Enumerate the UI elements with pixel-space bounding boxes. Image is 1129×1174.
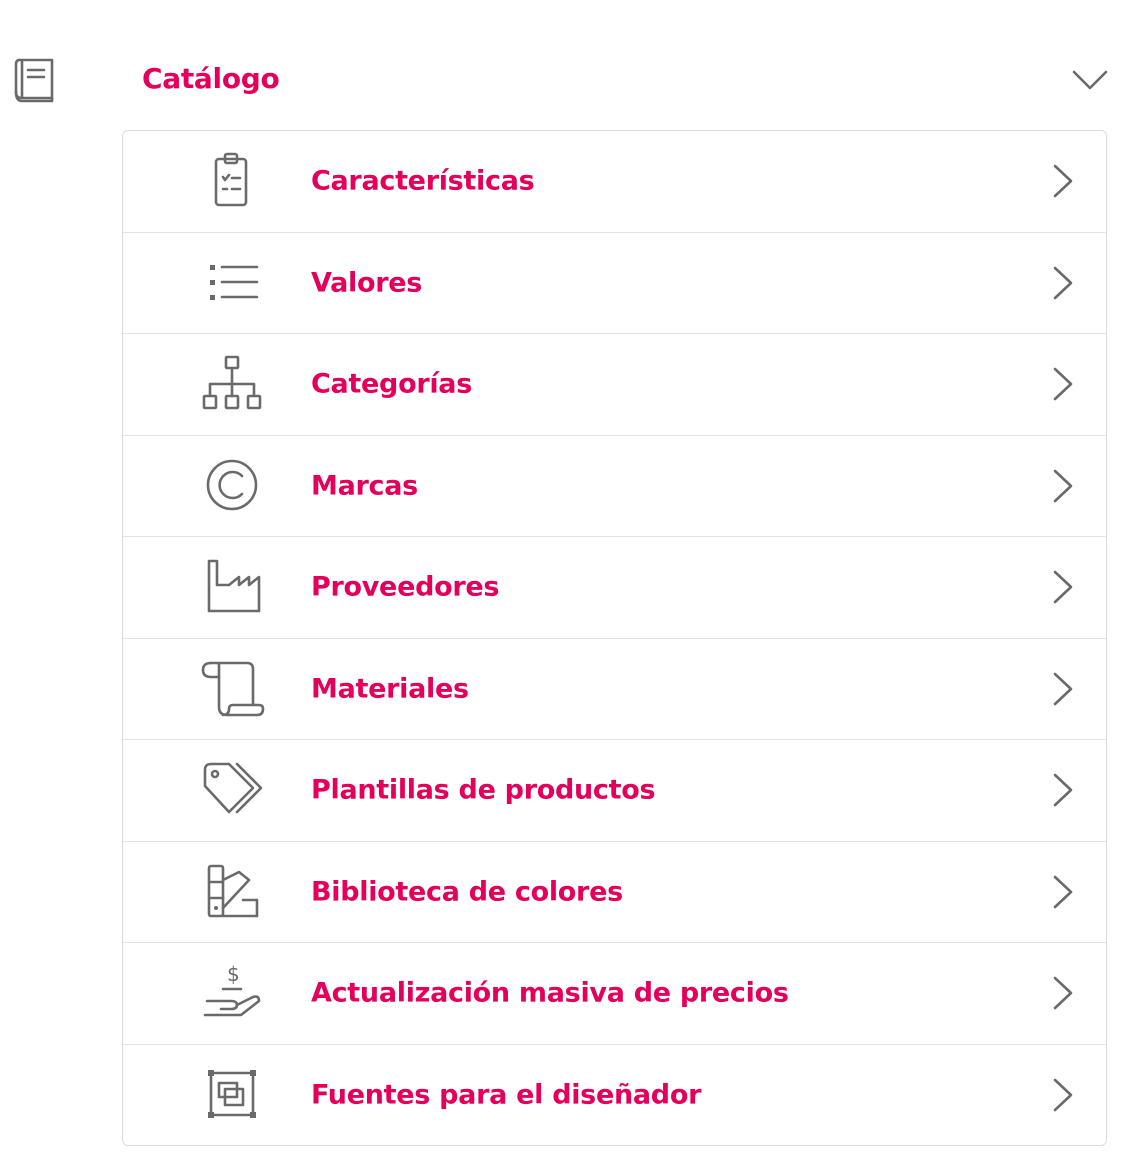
menu-item-label: Fuentes para el diseñador <box>311 1079 702 1111</box>
chevron-right-icon <box>1047 1075 1077 1115</box>
font-frame-icon <box>197 1063 267 1127</box>
menu-item-label: Proveedores <box>311 571 500 603</box>
menu-item-actualizacion-precios[interactable]: $ Actualización masiva de precios <box>123 943 1106 1045</box>
menu-item-label: Valores <box>311 267 423 299</box>
menu-item-label: Materiales <box>311 673 469 705</box>
chevron-right-icon <box>1047 872 1077 912</box>
hand-dollar-icon: $ <box>197 961 267 1025</box>
chevron-right-icon <box>1047 364 1077 404</box>
catalog-section-header[interactable]: Catálogo <box>0 40 1129 120</box>
chevron-right-icon <box>1047 669 1077 709</box>
section-title: Catálogo <box>142 62 280 95</box>
menu-item-marcas[interactable]: Marcas <box>123 436 1106 537</box>
menu-item-categorias[interactable]: Categorías <box>123 334 1106 436</box>
copyright-icon <box>197 454 267 518</box>
menu-item-label: Biblioteca de colores <box>311 876 623 908</box>
chevron-right-icon <box>1047 466 1077 506</box>
chevron-down-icon[interactable] <box>1068 62 1112 98</box>
menu-item-biblioteca-colores[interactable]: Biblioteca de colores <box>123 842 1106 943</box>
scroll-icon <box>197 657 267 721</box>
hierarchy-icon <box>197 352 267 416</box>
menu-item-label: Características <box>311 165 535 197</box>
color-swatch-icon <box>197 860 267 924</box>
chevron-right-icon <box>1047 161 1077 201</box>
factory-icon <box>197 555 267 619</box>
menu-item-label: Marcas <box>311 470 418 502</box>
clipboard-checklist-icon <box>197 149 267 213</box>
menu-item-label: Categorías <box>311 368 472 400</box>
chevron-right-icon <box>1047 770 1077 810</box>
menu-item-caracteristicas[interactable]: Características <box>123 131 1106 233</box>
svg-text:$: $ <box>227 962 240 986</box>
menu-item-proveedores[interactable]: Proveedores <box>123 537 1106 639</box>
chevron-right-icon <box>1047 263 1077 303</box>
chevron-right-icon <box>1047 567 1077 607</box>
menu-item-valores[interactable]: Valores <box>123 233 1106 334</box>
chevron-right-icon <box>1047 973 1077 1013</box>
book-icon <box>8 54 58 106</box>
menu-item-label: Plantillas de productos <box>311 774 656 806</box>
menu-item-fuentes-disenador[interactable]: Fuentes para el diseñador <box>123 1045 1106 1146</box>
list-icon <box>197 251 267 315</box>
tags-icon <box>197 758 267 822</box>
menu-item-materiales[interactable]: Materiales <box>123 639 1106 740</box>
catalog-menu-list: Características Valores Categorías Marca… <box>122 130 1107 1146</box>
menu-item-plantillas[interactable]: Plantillas de productos <box>123 740 1106 842</box>
menu-item-label: Actualización masiva de precios <box>311 977 789 1009</box>
